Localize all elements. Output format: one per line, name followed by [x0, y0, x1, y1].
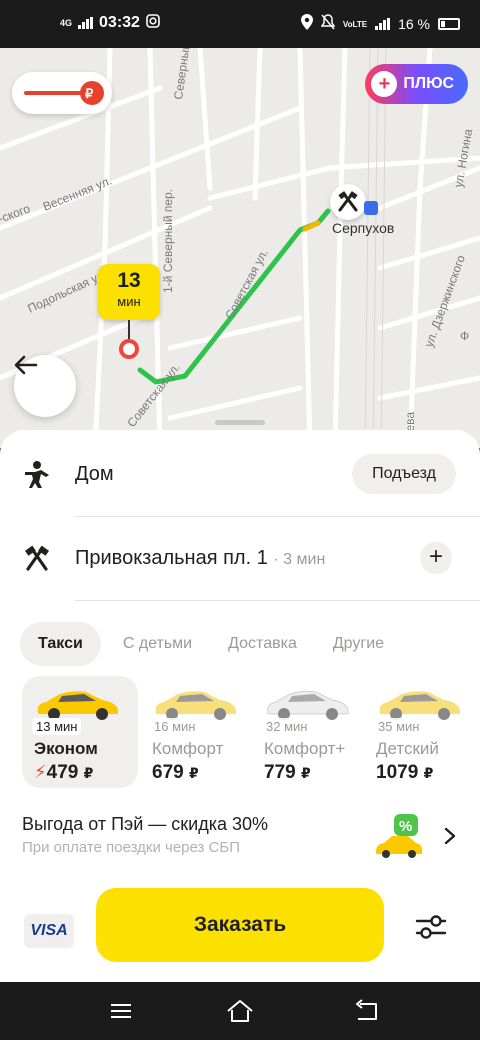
volte-indicator: VoLTE	[342, 19, 368, 29]
order-sheet: Дом Подъезд Привокзальная пл. 1 · 3 мин …	[0, 420, 480, 982]
currency: ₽	[188, 765, 199, 781]
order-bar: VISA Заказать	[0, 886, 480, 982]
tariff-name: Комфорт	[152, 739, 224, 758]
arrow-left-icon	[14, 355, 38, 375]
destination-address: Привокзальная пл. 1 · 3 мин	[75, 547, 325, 570]
price-value: 679	[152, 762, 184, 783]
chevron-right-icon	[444, 827, 456, 845]
car-icon	[267, 690, 349, 720]
instagram-icon	[146, 14, 160, 32]
service-tabs: Такси С детьми Доставка Другие	[20, 622, 398, 666]
tariff-kids[interactable]: 35 мин Детский 1079 ₽	[364, 676, 480, 788]
tariff-name: Эконом	[34, 739, 98, 758]
car-icon	[379, 691, 460, 720]
tab-delivery[interactable]: Доставка	[214, 622, 311, 666]
price-value: 779	[264, 762, 296, 783]
battery-percent: 16 %	[398, 16, 430, 32]
plus-icon: +	[371, 71, 398, 97]
destination-marker[interactable]	[330, 184, 366, 220]
price-value: 1079	[376, 762, 419, 783]
origin-marker	[119, 339, 139, 359]
tab-taxi[interactable]: Такси	[20, 622, 101, 666]
tab-with-kids[interactable]: С детьми	[109, 622, 206, 666]
mute-icon	[320, 14, 336, 34]
pickup-address: Дом	[75, 462, 114, 485]
destination-text: Привокзальная пл. 1	[75, 546, 268, 569]
tariff-list: 13 мин Эконом ⚡479 ₽ 16 мин Комфорт 679 …	[22, 676, 480, 792]
divider	[75, 516, 480, 517]
tariff-price: 1079 ₽	[376, 762, 433, 784]
eta-pin: 13 мин	[98, 264, 160, 320]
eta-unit: мин	[117, 294, 141, 309]
map[interactable]: Весенняя ул. Подольская ул. Советская ул…	[0, 48, 480, 448]
currency: ₽	[300, 765, 311, 781]
fines-button[interactable]: ₽	[12, 72, 112, 114]
tariff-econom[interactable]: 13 мин Эконом ⚡479 ₽	[22, 676, 138, 788]
fines-icon: ₽	[24, 81, 104, 105]
checkered-flag-icon	[338, 191, 358, 212]
signal-icon-2	[375, 18, 391, 30]
clock: 03:32	[99, 14, 140, 31]
eta-value: 13	[117, 269, 141, 292]
discount-car-icon: %	[376, 814, 422, 858]
home-icon[interactable]	[225, 996, 255, 1026]
tariff-price: 679 ₽	[152, 762, 199, 784]
tariff-time: 13 мин	[32, 718, 82, 735]
street-label: Северный пр-д	[171, 48, 197, 100]
signal-icon	[78, 17, 94, 29]
menu-icon[interactable]	[106, 996, 136, 1026]
discount-badge: %	[399, 818, 412, 835]
add-stop-button[interactable]: +	[420, 542, 452, 574]
tariff-time: 32 мин	[262, 718, 312, 735]
surge-icon: ⚡	[34, 762, 47, 782]
pickup-row[interactable]: Дом Подъезд	[0, 434, 480, 514]
street-label: Подольская ул.	[25, 267, 109, 316]
person-waving-icon	[25, 461, 49, 488]
tariff-price: ⚡479 ₽	[34, 762, 93, 784]
street-label: 1-й Северный пер.	[161, 189, 175, 293]
entrance-button[interactable]: Подъезд	[352, 454, 456, 494]
tariff-time: 35 мин	[374, 718, 424, 735]
tariff-comfort[interactable]: 16 мин Комфорт 679 ₽	[140, 676, 256, 788]
street-label: Советская ул.	[222, 247, 271, 322]
tariff-comfort-plus[interactable]: 32 мин Комфорт+ 779 ₽	[252, 676, 368, 788]
payment-method-button[interactable]: VISA	[24, 914, 74, 948]
car-icon	[37, 691, 118, 720]
back-nav-icon[interactable]	[352, 996, 382, 1026]
status-bar: 4G 03:32 VoLTE 16 %	[0, 0, 480, 48]
destination-eta: · 3 мин	[273, 550, 326, 568]
street-label: Ф	[460, 329, 469, 343]
station-icon	[364, 201, 378, 215]
car-icon	[155, 691, 236, 720]
network-type: 4G	[60, 17, 73, 28]
svg-text:₽: ₽	[85, 86, 94, 101]
price-value: 479	[46, 762, 79, 783]
promo-banner[interactable]: Выгода от Пэй — скидка 30% При оплате по…	[22, 814, 462, 870]
plus-label: ПЛЮС	[403, 75, 454, 92]
divider	[75, 600, 480, 601]
currency: ₽	[423, 765, 434, 781]
tariff-time: 16 мин	[150, 718, 200, 735]
location-icon	[300, 14, 313, 34]
checkered-flag-icon	[25, 545, 49, 571]
tariff-name: Комфорт+	[264, 739, 346, 758]
destination-label: Серпухов	[332, 220, 395, 236]
options-sliders-icon[interactable]	[414, 910, 448, 944]
battery-icon	[438, 18, 460, 30]
tariff-name: Детский	[376, 739, 439, 758]
tariff-price: 779 ₽	[264, 762, 311, 784]
destination-row[interactable]: Привокзальная пл. 1 · 3 мин +	[0, 518, 480, 598]
order-button[interactable]: Заказать	[96, 888, 384, 962]
back-button[interactable]	[14, 355, 76, 417]
tab-other[interactable]: Другие	[319, 622, 398, 666]
currency: ₽	[83, 765, 94, 781]
system-nav-bar	[0, 982, 480, 1040]
sheet-handle[interactable]	[215, 420, 265, 425]
plus-subscription-button[interactable]: + ПЛЮС	[365, 64, 468, 104]
street-label: Весенняя ул.	[41, 173, 114, 213]
